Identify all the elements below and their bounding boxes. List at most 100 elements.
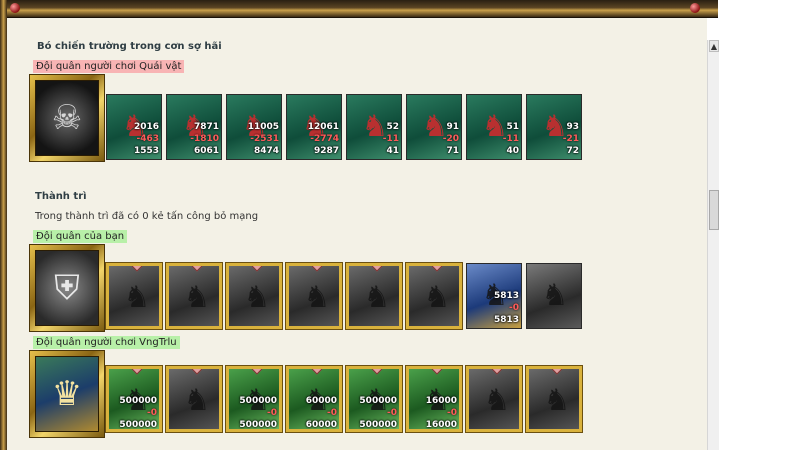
unit-card[interactable]: ♞ <box>465 365 523 433</box>
unit-loss-count: -0 <box>327 408 337 418</box>
unit-counts: 11005 -2531 8474 <box>248 121 279 157</box>
unit-card[interactable]: ♞ 93 -21 72 <box>526 94 582 160</box>
monster-portrait[interactable]: ☠ <box>29 74 105 162</box>
castle-description: Trong thành trì đã có 0 kẻ tấn công bỏ m… <box>35 211 259 222</box>
unit-counts: 500000 -0 500000 <box>359 395 397 429</box>
unit-card[interactable]: ♞ <box>105 262 163 330</box>
unit-initial-count: 60000 <box>305 396 337 406</box>
unit-card[interactable]: ♞ <box>345 262 403 330</box>
castle-portrait[interactable]: ⛨ <box>29 244 105 332</box>
unit-loss-count: -2774 <box>310 134 339 144</box>
unit-counts: 7871 -1810 6061 <box>190 121 219 157</box>
unit-counts: 52 -11 41 <box>383 121 399 157</box>
unit-counts: 91 -20 71 <box>443 121 459 157</box>
unit-card[interactable]: ♞ <box>165 262 223 330</box>
monster-face-icon: ☠ <box>35 80 99 156</box>
scroll-up-icon[interactable]: ▲ <box>709 40 719 52</box>
unit-remaining-count: 16000 <box>425 420 457 430</box>
unit-initial-count: 93 <box>566 122 579 132</box>
unit-card[interactable]: ♞ <box>405 262 463 330</box>
card-gem-icon <box>371 266 383 272</box>
knight-icon: ♞ <box>123 280 151 315</box>
unit-card[interactable]: ♞ 11005 -2531 8474 <box>226 94 282 160</box>
dwarf-icon: ♞ <box>483 383 511 418</box>
unit-counts: 51 -11 40 <box>503 121 519 157</box>
unit-card[interactable]: ♞ 5813 -0 5813 <box>466 263 522 329</box>
card-gem-icon <box>491 369 503 375</box>
card-gem-icon <box>311 266 323 272</box>
unit-remaining-count: 60000 <box>305 420 337 430</box>
unit-initial-count: 52 <box>386 122 399 132</box>
unit-remaining-count: 500000 <box>239 420 277 430</box>
unit-initial-count: 500000 <box>359 396 397 406</box>
unit-loss-count: -0 <box>509 303 519 313</box>
card-gem-icon <box>311 369 323 375</box>
griffin-icon: ♞ <box>303 280 331 315</box>
vertical-scrollbar[interactable]: ▲ <box>707 40 719 450</box>
ghost-icon: ♞ <box>541 278 569 313</box>
unit-remaining-count: 5813 <box>493 315 519 325</box>
unit-counts: 93 -21 72 <box>563 121 579 157</box>
unit-card[interactable]: ♞ 2016 -463 1553 <box>106 94 162 160</box>
unit-card[interactable]: ♞ 60000 -0 60000 <box>285 365 343 433</box>
unit-card[interactable]: ♞ 12061 -2774 9287 <box>286 94 342 160</box>
hero-portrait[interactable]: ♛ <box>29 350 105 438</box>
scrollbar-thumb[interactable] <box>709 190 719 230</box>
card-gem-icon <box>251 266 263 272</box>
unit-initial-count: 7871 <box>193 122 219 132</box>
card-gem-icon <box>131 266 143 272</box>
unit-card[interactable]: ♞ 500000 -0 500000 <box>105 365 163 433</box>
unit-initial-count: 51 <box>506 122 519 132</box>
card-gem-icon <box>191 369 203 375</box>
unit-card[interactable]: ♞ 7871 -1810 6061 <box>166 94 222 160</box>
unit-loss-count: -11 <box>502 134 519 144</box>
warrior-icon: ♞ <box>183 383 211 418</box>
frame-gem-icon <box>10 3 20 13</box>
card-gem-icon <box>251 369 263 375</box>
unit-initial-count: 500000 <box>239 396 277 406</box>
unit-initial-count: 500000 <box>119 396 157 406</box>
unit-loss-count: -0 <box>387 408 397 418</box>
lion-shield-icon: ⛨ <box>35 250 99 326</box>
unit-remaining-count: 6061 <box>193 146 219 156</box>
unit-counts: 5813 -0 5813 <box>494 290 519 326</box>
window-frame-top <box>0 0 718 18</box>
cavalry-icon: ♞ <box>243 280 271 315</box>
card-gem-icon <box>371 369 383 375</box>
card-gem-icon <box>431 266 443 272</box>
unit-initial-count: 5813 <box>493 291 519 301</box>
unit-card[interactable]: ♞ <box>285 262 343 330</box>
unit-card[interactable]: ♞ 500000 -0 500000 <box>345 365 403 433</box>
frame-gem-icon <box>690 3 700 13</box>
card-gem-icon <box>431 369 443 375</box>
unit-counts: 2016 -463 1553 <box>134 121 159 157</box>
unit-remaining-count: 1553 <box>133 146 159 156</box>
battle-report-panel: Bó chiến trường trong cơn sợ hãi Đội quâ… <box>7 18 707 450</box>
card-gem-icon <box>191 266 203 272</box>
unit-card[interactable]: ♞ 52 -11 41 <box>346 94 402 160</box>
elf-hero-icon: ♛ <box>35 356 99 432</box>
swordsman-icon: ♞ <box>183 280 211 315</box>
unit-card[interactable]: ♞ <box>525 365 583 433</box>
unit-remaining-count: 9287 <box>313 146 339 156</box>
card-gem-icon <box>551 369 563 375</box>
unit-remaining-count: 8474 <box>253 146 279 156</box>
unit-remaining-count: 500000 <box>119 420 157 430</box>
unit-card[interactable]: ♞ 51 -11 40 <box>466 94 522 160</box>
unit-counts: 60000 -0 60000 <box>305 395 337 430</box>
unit-counts: 500000 -0 500000 <box>239 395 277 430</box>
unit-card[interactable]: ♞ <box>526 263 582 329</box>
unit-card[interactable]: ♞ 16000 -0 16000 <box>405 365 463 433</box>
unit-card[interactable]: ♞ 500000 -0 500000 <box>225 365 283 433</box>
unit-counts: 500000 -0 500000 <box>119 395 157 430</box>
unit-card[interactable]: ♞ <box>225 262 283 330</box>
unit-loss-count: -21 <box>562 134 579 144</box>
unit-loss-count: -463 <box>136 134 159 144</box>
window-frame-left <box>0 0 7 450</box>
unit-loss-count: -1810 <box>190 134 219 144</box>
unit-initial-count: 11005 <box>247 122 279 132</box>
unit-card[interactable]: ♞ <box>165 365 223 433</box>
monk-icon: ♞ <box>423 280 451 315</box>
archer-icon: ♞ <box>363 280 391 315</box>
unit-card[interactable]: ♞ 91 -20 71 <box>406 94 462 160</box>
